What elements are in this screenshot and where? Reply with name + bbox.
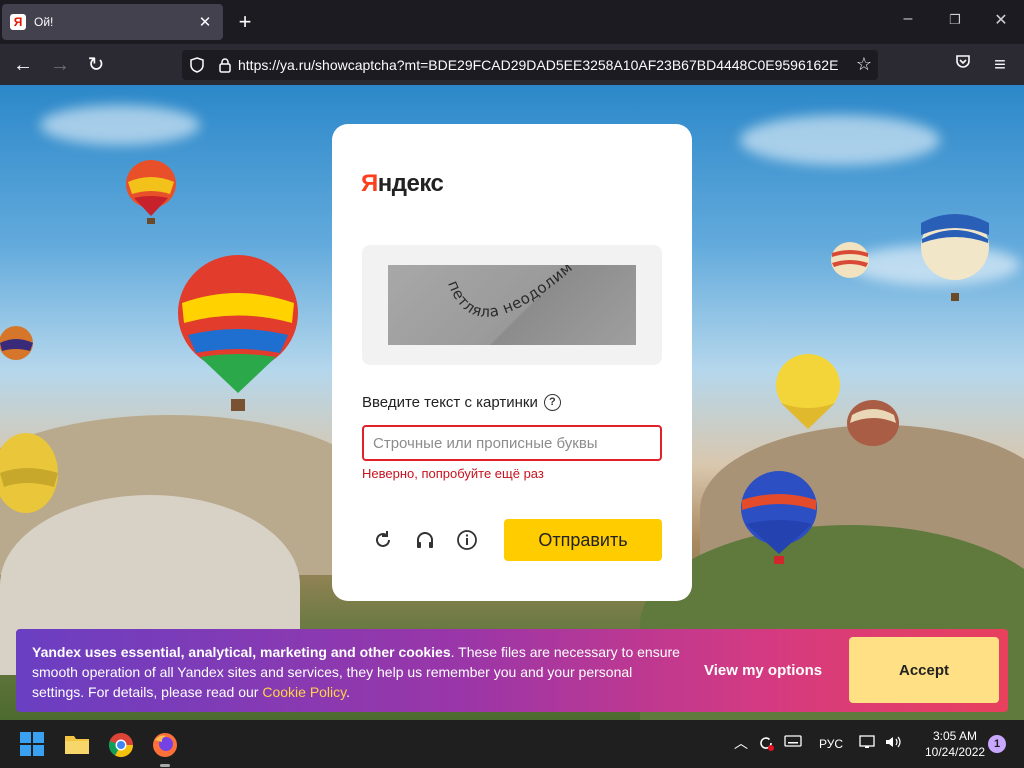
svg-text:петляла неодолимая: петляла неодолимая — [388, 265, 576, 321]
menu-icon[interactable]: ≡ — [987, 52, 1013, 78]
clock-time: 3:05 AM — [932, 729, 978, 743]
logo-rest: ндекс — [377, 170, 444, 197]
error-message: Неверно, попробуйте ещё раз — [362, 466, 544, 481]
close-window-icon[interactable]: ✕ — [989, 10, 1013, 30]
captcha-label-text: Введите текст с картинки — [362, 394, 538, 411]
windows-start-icon[interactable] — [20, 732, 46, 758]
pocket-icon[interactable] — [950, 52, 976, 78]
back-icon[interactable]: ← — [10, 52, 36, 78]
captcha-text: петляла неодолимая — [388, 265, 576, 321]
restore-icon[interactable]: ❐ — [943, 12, 967, 28]
hot-air-balloon — [921, 214, 989, 301]
accept-button[interactable]: Accept — [849, 637, 999, 703]
volume-icon[interactable] — [884, 734, 902, 753]
hot-air-balloon — [741, 471, 817, 564]
refresh-captcha-icon[interactable] — [371, 528, 395, 552]
cloud — [40, 105, 200, 145]
browser-tab[interactable]: Я Ой! ✕ — [2, 4, 223, 40]
notification-badge[interactable]: 1 — [988, 735, 1006, 753]
tab-bar: Я Ой! ✕ + – ❐ ✕ — [0, 0, 1024, 44]
active-app-indicator — [160, 764, 170, 767]
captcha-image: петляла неодолимая — [388, 265, 636, 345]
captcha-card: Яндекс петляла неодолимая Введите текст … — [332, 124, 692, 601]
tab-close-icon[interactable]: ✕ — [195, 13, 215, 31]
captcha-input[interactable] — [362, 425, 662, 461]
help-icon[interactable]: ? — [543, 394, 561, 411]
hot-air-balloon — [847, 400, 899, 446]
captcha-page: Яндекс петляла неодолимая Введите текст … — [0, 85, 1024, 720]
lock-icon[interactable] — [212, 57, 238, 73]
reload-icon[interactable]: ↻ — [83, 52, 109, 78]
view-options-link[interactable]: View my options — [704, 662, 822, 679]
clock-date: 10/24/2022 — [925, 745, 986, 759]
bookmark-star-icon[interactable]: ☆ — [856, 54, 872, 75]
taskbar: ︿ РУС 3:05 AM 10/24/2022 1 — [0, 720, 1024, 768]
yandex-favicon-icon: Я — [10, 14, 26, 30]
cookie-text: Yandex uses essential, analytical, marke… — [32, 642, 682, 702]
new-tab-icon[interactable]: + — [232, 9, 258, 35]
address-bar[interactable]: https://ya.ru/showcaptcha?mt=BDE29FCAD29… — [182, 50, 878, 80]
hot-air-balloon — [0, 433, 58, 513]
cookie-banner: Yandex uses essential, analytical, marke… — [16, 629, 1008, 712]
submit-button[interactable]: Отправить — [504, 519, 662, 561]
cookie-bold-text: Yandex uses essential, analytical, marke… — [32, 644, 451, 660]
forward-icon[interactable]: → — [47, 52, 73, 78]
info-icon[interactable] — [455, 528, 479, 552]
hot-air-balloon — [831, 242, 869, 278]
keyboard-icon[interactable] — [784, 734, 802, 751]
chrome-icon[interactable] — [108, 732, 134, 758]
language-indicator[interactable]: РУС — [819, 737, 843, 751]
clock[interactable]: 3:05 AM 10/24/2022 — [925, 728, 985, 760]
hot-air-balloon — [126, 160, 176, 224]
hot-air-balloon — [776, 354, 840, 429]
firefox-icon[interactable] — [152, 732, 178, 758]
show-hidden-icons-icon[interactable]: ︿ — [734, 733, 748, 753]
captcha-image-container: петляла неодолимая — [362, 245, 662, 365]
file-explorer-icon[interactable] — [64, 732, 90, 758]
yandex-logo: Яндекс — [361, 170, 444, 198]
tab-title: Ой! — [34, 15, 54, 29]
url-text[interactable]: https://ya.ru/showcaptcha?mt=BDE29FCAD29… — [238, 57, 838, 73]
audio-captcha-icon[interactable] — [413, 528, 437, 552]
hot-air-balloon — [0, 326, 33, 360]
hot-air-balloon — [178, 255, 298, 411]
captcha-label: Введите текст с картинки ? — [362, 394, 561, 411]
minimize-icon[interactable]: – — [896, 10, 920, 28]
cloud — [740, 115, 940, 165]
shield-icon[interactable] — [182, 57, 212, 73]
cookie-end-text: . — [346, 684, 351, 700]
network-icon[interactable] — [859, 734, 877, 753]
logo-first-letter: Я — [361, 170, 378, 197]
cookie-policy-link[interactable]: Cookie Policy — [262, 684, 346, 700]
sync-icon[interactable] — [757, 734, 775, 755]
